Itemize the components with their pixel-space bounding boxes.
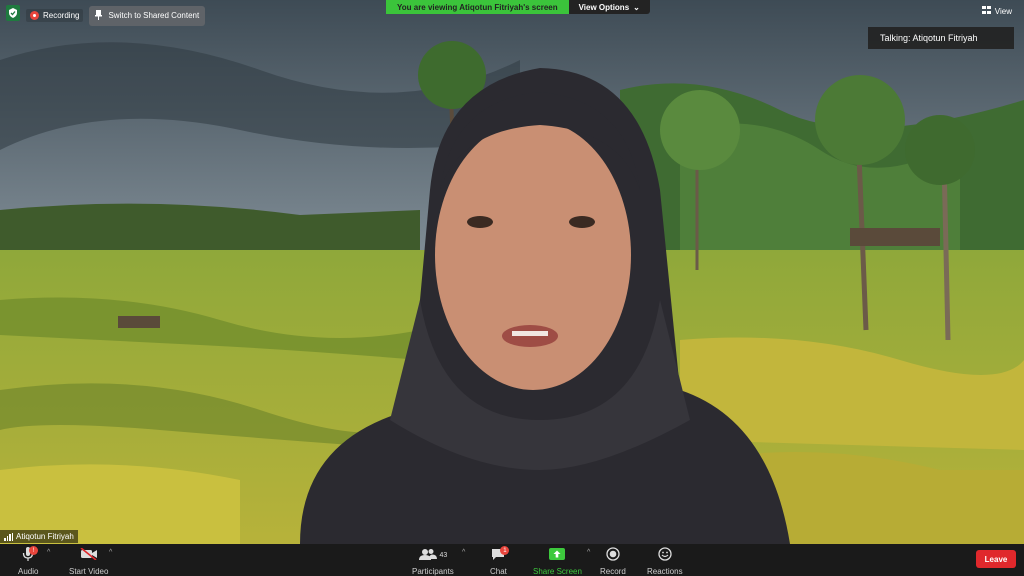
- chevron-down-icon: ⌄: [633, 2, 640, 12]
- video-caret-up-icon[interactable]: ^: [109, 549, 112, 556]
- record-icon: [606, 547, 620, 563]
- share-screen-button[interactable]: Share Screen: [533, 547, 582, 576]
- chat-unread-badge: 1: [500, 546, 510, 555]
- view-options-button[interactable]: View Options ⌄: [568, 0, 650, 14]
- switch-label: Switch to Shared Content: [108, 11, 200, 20]
- share-caret-up-icon[interactable]: ^: [587, 549, 590, 556]
- view-options-label: View Options: [578, 2, 630, 12]
- audio-alert-badge: !: [29, 546, 39, 555]
- switch-to-shared-content-button[interactable]: Switch to Shared Content: [89, 5, 206, 26]
- participants-button[interactable]: 43 Participants: [412, 547, 454, 576]
- audio-caret-up-icon[interactable]: ^: [47, 549, 50, 556]
- recording-label: Recording: [43, 11, 80, 20]
- reactions-button[interactable]: Reactions: [647, 547, 683, 576]
- chat-label: Chat: [490, 567, 507, 576]
- meeting-top-left-bar: Recording Switch to Shared Content: [6, 5, 206, 26]
- signal-strength-icon: [4, 532, 13, 541]
- participant-name: Atiqotun Fitriyah: [16, 532, 74, 541]
- view-label: View: [994, 6, 1012, 16]
- grid-icon: [981, 6, 991, 16]
- audio-label: Audio: [18, 567, 39, 576]
- leave-label: Leave: [984, 554, 1008, 564]
- share-screen-label: Share Screen: [533, 567, 582, 576]
- shared-video-feed: [0, 0, 1024, 544]
- start-video-button[interactable]: Start Video: [69, 547, 108, 576]
- participants-caret-up-icon[interactable]: ^: [462, 549, 465, 556]
- share-screen-icon: [549, 548, 566, 562]
- video-off-icon: [80, 547, 98, 562]
- security-shield-icon[interactable]: [6, 5, 20, 26]
- smiley-icon: [658, 547, 672, 563]
- participants-icon: [418, 548, 437, 562]
- meeting-toolbar: ! Audio ^ Start Video ^ 43 Participants …: [0, 544, 1024, 576]
- recording-indicator[interactable]: Recording: [26, 9, 84, 22]
- viewing-banner: You are viewing Atiqotun Fitriyah's scre…: [386, 0, 650, 14]
- record-label: Record: [600, 567, 626, 576]
- participants-label: Participants: [412, 567, 454, 576]
- chat-button[interactable]: 1 Chat: [490, 546, 510, 576]
- recording-dot-icon: [30, 11, 39, 20]
- participants-count: 43: [439, 551, 448, 559]
- record-button[interactable]: Record: [600, 547, 626, 576]
- talking-indicator: Talking: Atiqotun Fitriyah: [868, 27, 1014, 49]
- reactions-label: Reactions: [647, 567, 683, 576]
- video-background-scene: [0, 0, 1024, 544]
- audio-button[interactable]: ! Audio: [18, 546, 39, 576]
- leave-button[interactable]: Leave: [976, 550, 1016, 568]
- view-button[interactable]: View: [981, 6, 1012, 16]
- talking-label: Talking: Atiqotun Fitriyah: [880, 33, 978, 43]
- participant-name-tag: Atiqotun Fitriyah: [0, 530, 78, 543]
- viewing-message: You are viewing Atiqotun Fitriyah's scre…: [386, 0, 569, 14]
- pin-icon: [95, 9, 103, 22]
- start-video-label: Start Video: [69, 567, 109, 576]
